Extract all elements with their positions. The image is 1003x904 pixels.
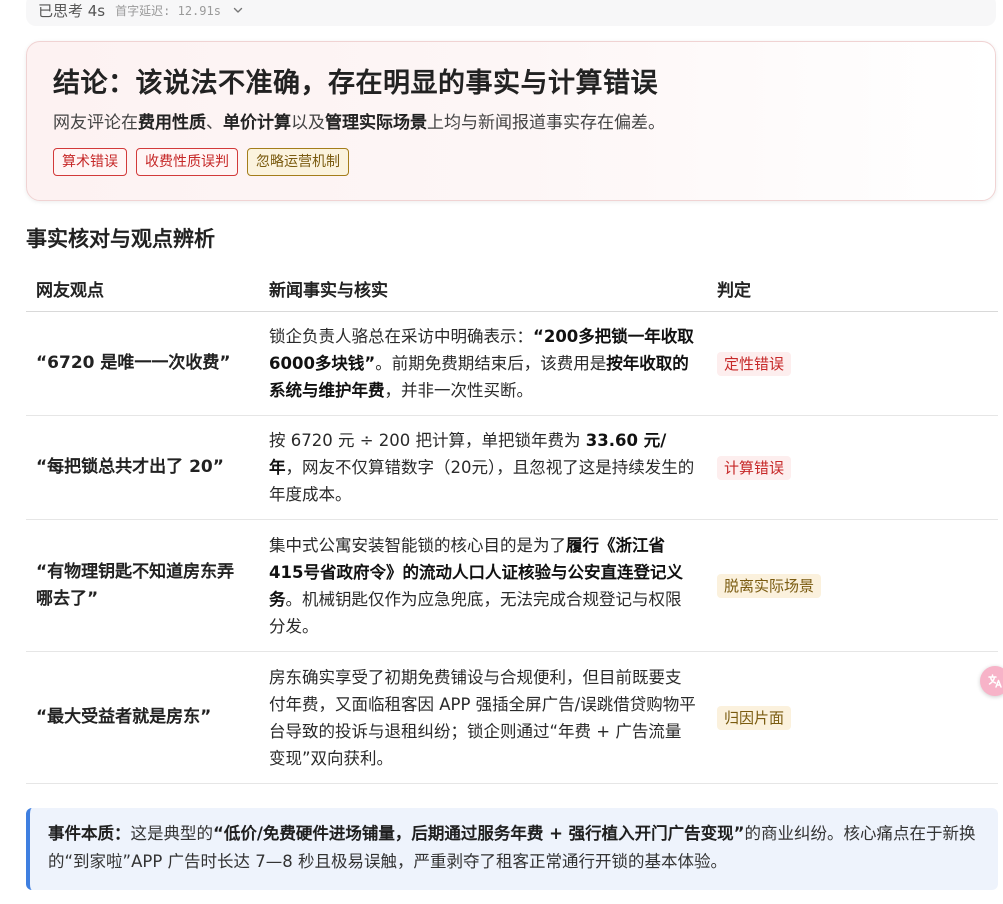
chevron-down-icon[interactable] (233, 5, 243, 15)
view-cell: “最大受益者就是房东” (26, 651, 259, 784)
verdict-cell: 计算错误 (707, 415, 998, 520)
conclusion-subtitle: 网友评论在费用性质、单价计算以及管理实际场景上均与新闻报道事实存在偏差。 (53, 110, 969, 136)
subtitle-emphasis: 管理实际场景 (325, 113, 427, 133)
essence-text: 这是典型的 (130, 824, 214, 843)
table-header-row: 网友观点 新闻事实与核实 判定 (26, 266, 998, 312)
fact-cell: 集中式公寓安装智能锁的核心目的是为了履行《浙江省415号省政府令》的流动人口人证… (259, 519, 707, 652)
fact-text: 按 6720 元 ÷ 200 把计算，单把锁年费为 (269, 431, 586, 450)
view-cell: “每把锁总共才出了 20” (26, 415, 259, 520)
subtitle-text: 、 (206, 113, 223, 133)
column-header-view: 网友观点 (26, 266, 259, 312)
fact-text: 。前期免费期结束后，该费用是 (375, 354, 607, 373)
fact-text: 锁企负责人骆总在采访中明确表示： (269, 327, 533, 346)
tag-fee-nature-misjudged: 收费性质误判 (136, 148, 238, 176)
table-row: “每把锁总共才出了 20” 按 6720 元 ÷ 200 把计算，单把锁年费为 … (26, 415, 998, 520)
tag-arithmetic-error: 算术错误 (53, 148, 127, 176)
essence-label: 事件本质： (48, 824, 131, 843)
fact-text: 。机械钥匙仅作为应急兜底，无法完成合规登记与权限分发。 (269, 589, 682, 636)
event-essence-callout: 事件本质：这是典型的“低价/免费硬件进场铺量，后期通过服务年费 + 强行植入开门… (26, 808, 998, 890)
verdict-badge: 脱离实际场景 (717, 574, 822, 598)
table-row: “有物理钥匙不知道房东弄哪去了” 集中式公寓安装智能锁的核心目的是为了履行《浙江… (26, 519, 998, 652)
subtitle-emphasis: 费用性质 (138, 113, 206, 133)
page: 已思考 4s 首字延迟: 12.91s 结论：该说法不准确，存在明显的事实与计算… (0, 0, 1003, 904)
section-title: 事实核对与观点辨析 (26, 227, 215, 251)
error-tags: 算术错误 收费性质误判 忽略运营机制 (53, 148, 969, 176)
conclusion-card: 结论：该说法不准确，存在明显的事实与计算错误 网友评论在费用性质、单价计算以及管… (26, 41, 996, 201)
view-cell: “有物理钥匙不知道房东弄哪去了” (26, 519, 259, 652)
thinking-label: 已思考 4s (38, 1, 106, 20)
tag-ignores-operations: 忽略运营机制 (247, 148, 349, 176)
fact-text: ，并非一次性买断。 (384, 381, 534, 400)
floating-translate-button[interactable] (980, 666, 1003, 696)
view-cell: “6720 是唯一一次收费” (26, 311, 259, 416)
table-row: “6720 是唯一一次收费” 锁企负责人骆总在采访中明确表示：“200多把锁一年… (26, 311, 998, 416)
verdict-badge: 归因片面 (717, 706, 792, 730)
verdict-badge: 定性错误 (717, 352, 792, 376)
first-token-latency: 首字延迟: 12.91s (115, 3, 221, 18)
fact-text: 集中式公寓安装智能锁的核心目的是为了 (269, 535, 566, 555)
conclusion-title: 结论：该说法不准确，存在明显的事实与计算错误 (53, 68, 658, 99)
verdict-cell: 定性错误 (707, 311, 998, 416)
verdict-badge: 计算错误 (717, 456, 792, 480)
verdict-cell: 归因片面 (707, 651, 998, 784)
column-header-fact: 新闻事实与核实 (259, 266, 707, 312)
fact-text: ，网友不仅算错数字（20元），且忽视了这是持续发生的年度成本。 (269, 458, 695, 504)
column-header-verdict: 判定 (707, 266, 998, 312)
fact-check-table: 网友观点 新闻事实与核实 判定 “6720 是唯一一次收费” 锁企负责人骆总在采… (26, 266, 998, 784)
essence-emphasis: “低价/免费硬件进场铺量，后期通过服务年费 + 强行植入开门广告变现” (213, 824, 745, 843)
subtitle-text: 网友评论在 (53, 113, 138, 133)
subtitle-emphasis: 单价计算 (223, 113, 291, 133)
verdict-cell: 脱离实际场景 (707, 519, 998, 652)
fact-text: 房东确实享受了初期免费铺设与合规便利，但目前既要支付年费，又面临租客因 APP … (269, 667, 696, 768)
thinking-status-bar[interactable]: 已思考 4s 首字延迟: 12.91s (26, 0, 996, 26)
subtitle-text: 上均与新闻报道事实存在偏差。 (427, 113, 665, 133)
table-row: “最大受益者就是房东” 房东确实享受了初期免费铺设与合规便利，但目前既要支付年费… (26, 651, 998, 784)
translate-icon (988, 674, 1002, 688)
subtitle-text: 以及 (291, 113, 325, 133)
fact-cell: 按 6720 元 ÷ 200 把计算，单把锁年费为 33.60 元/年，网友不仅… (259, 415, 707, 520)
fact-cell: 房东确实享受了初期免费铺设与合规便利，但目前既要支付年费，又面临租客因 APP … (259, 651, 707, 784)
fact-cell: 锁企负责人骆总在采访中明确表示：“200多把锁一年收取6000多块钱”。前期免费… (259, 311, 707, 416)
